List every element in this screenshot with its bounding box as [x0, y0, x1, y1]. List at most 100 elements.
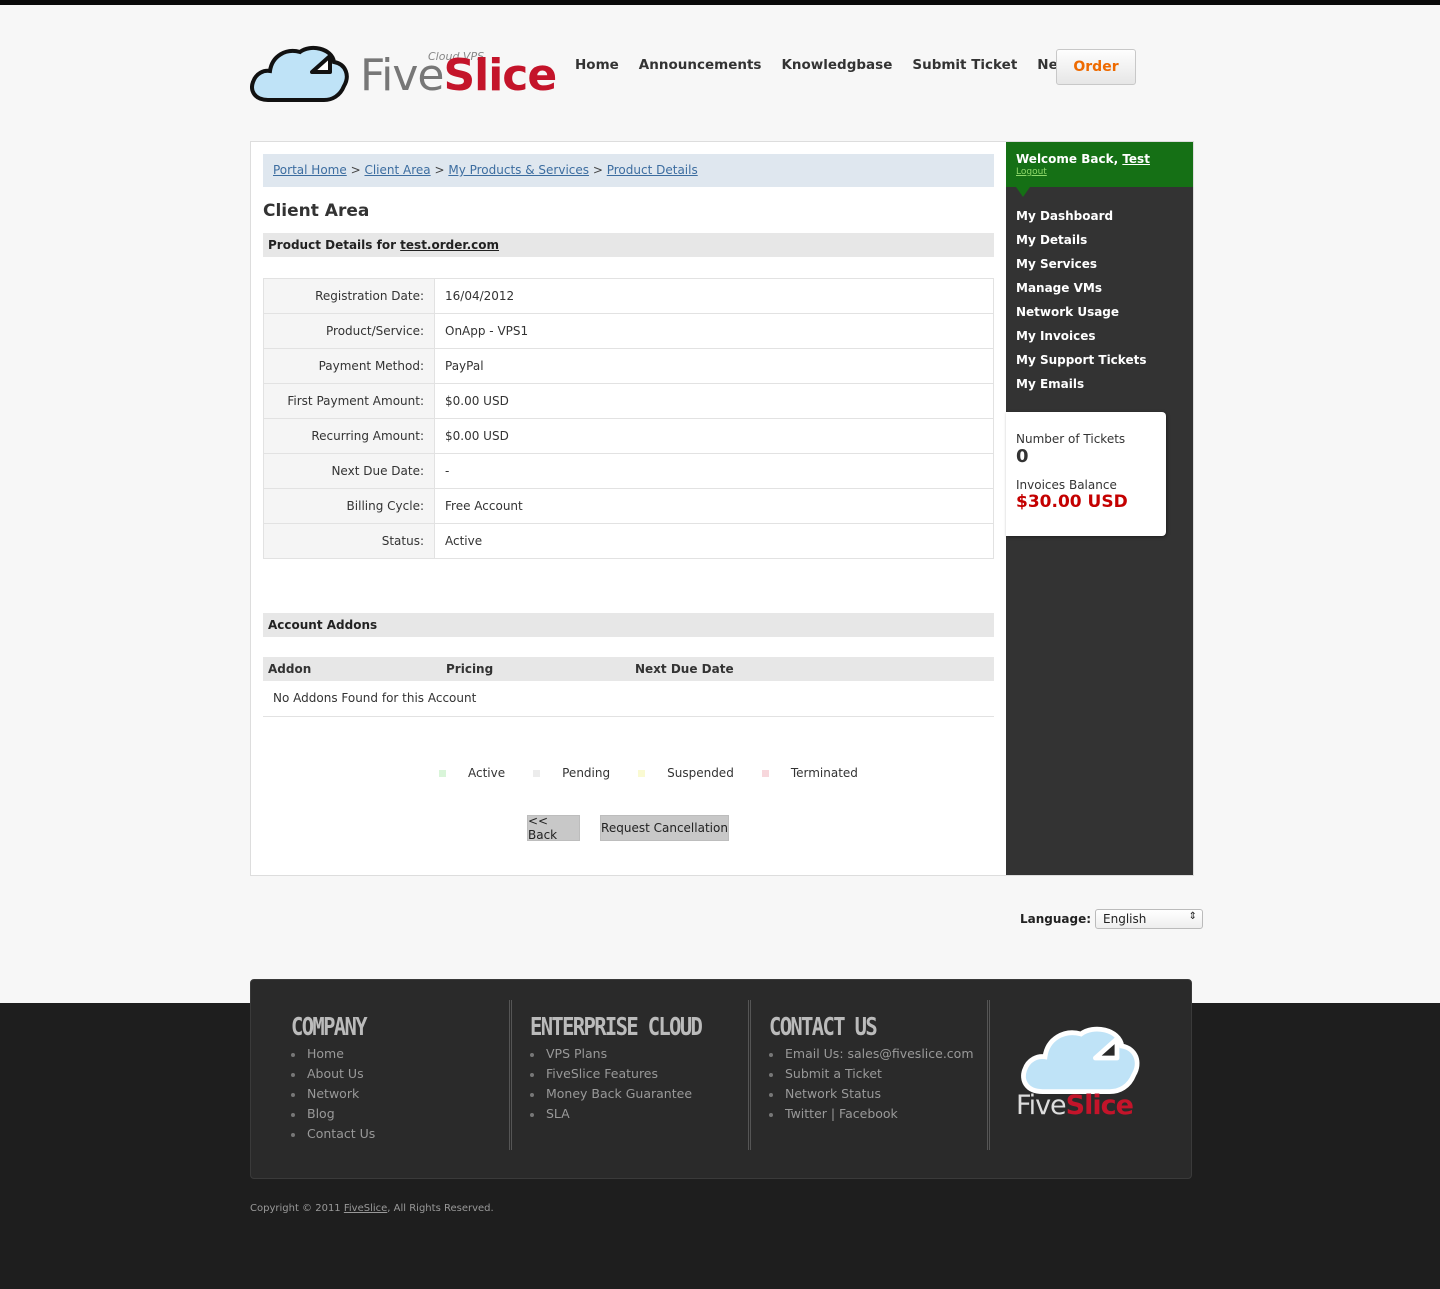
- table-row: Payment Method: PayPal: [263, 348, 994, 384]
- logo-wordmark: FiveSlice: [360, 50, 557, 101]
- status-legend: Active Pending Suspended Terminated: [439, 766, 886, 780]
- footer-link[interactable]: Submit a Ticket: [769, 1066, 974, 1086]
- footer-divider: [987, 1000, 990, 1150]
- detail-label: Next Due Date:: [263, 453, 435, 489]
- table-row: Status: Active: [263, 523, 994, 559]
- column-header-next-due: Next Due Date: [630, 657, 994, 681]
- detail-label: Product/Service:: [263, 313, 435, 349]
- legend-label: Pending: [562, 766, 611, 780]
- main-content: Portal Home > Client Area > My Products …: [263, 154, 994, 842]
- language-selector: Language: English ⇕: [1020, 909, 1204, 929]
- table-row: Next Due Date: -: [263, 453, 994, 489]
- legend-label: Active: [468, 766, 506, 780]
- footer-link[interactable]: Network: [291, 1086, 382, 1106]
- footer-logo-wordmark: FiveSlice: [1016, 1090, 1134, 1121]
- copyright: Copyright © 2011 FiveSlice, All Rights R…: [250, 1203, 494, 1214]
- footer-column-enterprise: ENTERPRISE CLOUD VPS Plans FiveSlice Fea…: [530, 1000, 739, 1150]
- footer-logo: FiveSlice: [1016, 1022, 1166, 1132]
- product-domain-link[interactable]: test.order.com: [400, 238, 499, 252]
- legend-swatch-suspended: [638, 769, 646, 777]
- detail-value: Active: [434, 523, 994, 559]
- breadcrumb: Portal Home > Client Area > My Products …: [263, 154, 994, 187]
- sidebar-menu: My Dashboard My Details My Services Mana…: [1006, 187, 1193, 401]
- detail-label: Billing Cycle:: [263, 488, 435, 524]
- column-header-pricing: Pricing: [441, 657, 630, 681]
- nav-submit-ticket[interactable]: Submit Ticket: [912, 57, 1017, 73]
- product-details-table: Registration Date: 16/04/2012 Product/Ser…: [263, 278, 994, 559]
- sidebar-item-emails[interactable]: My Emails: [1016, 377, 1183, 401]
- footer-link[interactable]: SLA: [530, 1106, 739, 1126]
- detail-label: First Payment Amount:: [263, 383, 435, 419]
- order-button[interactable]: Order: [1056, 49, 1136, 85]
- sidebar-item-support-tickets[interactable]: My Support Tickets: [1016, 353, 1183, 377]
- addons-table: Addon Pricing Next Due Date No Addons Fo…: [263, 657, 994, 717]
- cloud-logo-icon: [1021, 1026, 1140, 1094]
- select-arrows-icon: ⇕: [1188, 911, 1198, 922]
- detail-value: 16/04/2012: [434, 278, 994, 314]
- footer-column-contact: CONTACT US Email Us: sales@fiveslice.com…: [769, 1000, 974, 1150]
- breadcrumb-client-area[interactable]: Client Area: [364, 163, 430, 177]
- footer-link[interactable]: Twitter | Facebook: [769, 1106, 974, 1126]
- footer-link[interactable]: Contact Us: [291, 1126, 382, 1146]
- sidebar-item-services[interactable]: My Services: [1016, 257, 1183, 281]
- detail-label: Recurring Amount:: [263, 418, 435, 454]
- footer-link[interactable]: VPS Plans: [530, 1046, 739, 1066]
- table-row: No Addons Found for this Account: [263, 681, 994, 717]
- language-select[interactable]: English ⇕: [1095, 909, 1204, 929]
- sidebar-item-details[interactable]: My Details: [1016, 233, 1183, 257]
- footer-divider: [509, 1000, 512, 1150]
- detail-label: Payment Method:: [263, 348, 435, 384]
- footer-link[interactable]: FiveSlice Features: [530, 1066, 739, 1086]
- back-button[interactable]: << Back: [527, 814, 580, 842]
- footer-heading: COMPANY: [291, 1012, 368, 1041]
- main-nav: Home Announcements Knowledgbase Submit T…: [575, 57, 1122, 73]
- footer-link[interactable]: About Us: [291, 1066, 382, 1086]
- account-stats-box: Number of Tickets 0 Invoices Balance $30…: [1006, 412, 1166, 536]
- tickets-count: 0: [1016, 446, 1029, 467]
- top-strip: [0, 0, 1440, 5]
- legend-swatch-terminated: [761, 769, 769, 777]
- table-row: Recurring Amount: $0.00 USD: [263, 418, 994, 454]
- legend-swatch-active: [439, 769, 446, 777]
- footer-heading: CONTACT US: [769, 1012, 878, 1041]
- sidebar-item-dashboard[interactable]: My Dashboard: [1016, 209, 1183, 233]
- product-details-heading: Product Details for test.order.com: [263, 233, 994, 257]
- balance-label: Invoices Balance: [1016, 478, 1117, 492]
- table-row: Registration Date: 16/04/2012: [263, 278, 994, 314]
- nav-knowledgebase[interactable]: Knowledgbase: [781, 57, 892, 73]
- content-panel: Portal Home > Client Area > My Products …: [250, 141, 1194, 876]
- detail-label: Registration Date:: [263, 278, 435, 314]
- site-logo[interactable]: Cloud VPS FiveSlice: [250, 40, 560, 106]
- empty-addons-message: No Addons Found for this Account: [263, 681, 994, 717]
- footer-divider: [748, 1000, 751, 1150]
- detail-value: OnApp - VPS1: [434, 313, 994, 349]
- account-addons-heading: Account Addons: [263, 613, 994, 637]
- breadcrumb-portal-home[interactable]: Portal Home: [273, 163, 347, 177]
- detail-label: Status:: [263, 523, 435, 559]
- legend-swatch-pending: [533, 769, 541, 777]
- language-label: Language:: [1020, 912, 1092, 926]
- nav-home[interactable]: Home: [575, 57, 619, 73]
- detail-value: Free Account: [434, 488, 994, 524]
- footer-link[interactable]: Home: [291, 1046, 382, 1066]
- username-link[interactable]: Test: [1122, 152, 1150, 166]
- sidebar-item-network-usage[interactable]: Network Usage: [1016, 305, 1183, 329]
- footer-link[interactable]: Blog: [291, 1106, 382, 1126]
- footer-link[interactable]: Network Status: [769, 1086, 974, 1106]
- footer-link[interactable]: Email Us: sales@fiveslice.com: [769, 1046, 974, 1066]
- sidebar-item-manage-vms[interactable]: Manage VMs: [1016, 281, 1183, 305]
- column-header-addon: Addon: [263, 657, 441, 681]
- nav-announcements[interactable]: Announcements: [639, 57, 762, 73]
- footer-link[interactable]: Money Back Guarantee: [530, 1086, 739, 1106]
- request-cancellation-button[interactable]: Request Cancellation: [600, 815, 729, 841]
- page-title: Client Area: [263, 201, 370, 221]
- breadcrumb-product-details[interactable]: Product Details: [607, 163, 698, 177]
- sidebar-item-invoices[interactable]: My Invoices: [1016, 329, 1183, 353]
- breadcrumb-products-services[interactable]: My Products & Services: [448, 163, 589, 177]
- copyright-link[interactable]: FiveSlice: [344, 1203, 387, 1214]
- logout-link[interactable]: Logout: [1016, 167, 1183, 177]
- legend-label: Terminated: [790, 766, 858, 780]
- welcome-pointer: [1016, 187, 1030, 197]
- table-row: First Payment Amount: $0.00 USD: [263, 383, 994, 419]
- balance-value: $30.00 USD: [1016, 492, 1128, 512]
